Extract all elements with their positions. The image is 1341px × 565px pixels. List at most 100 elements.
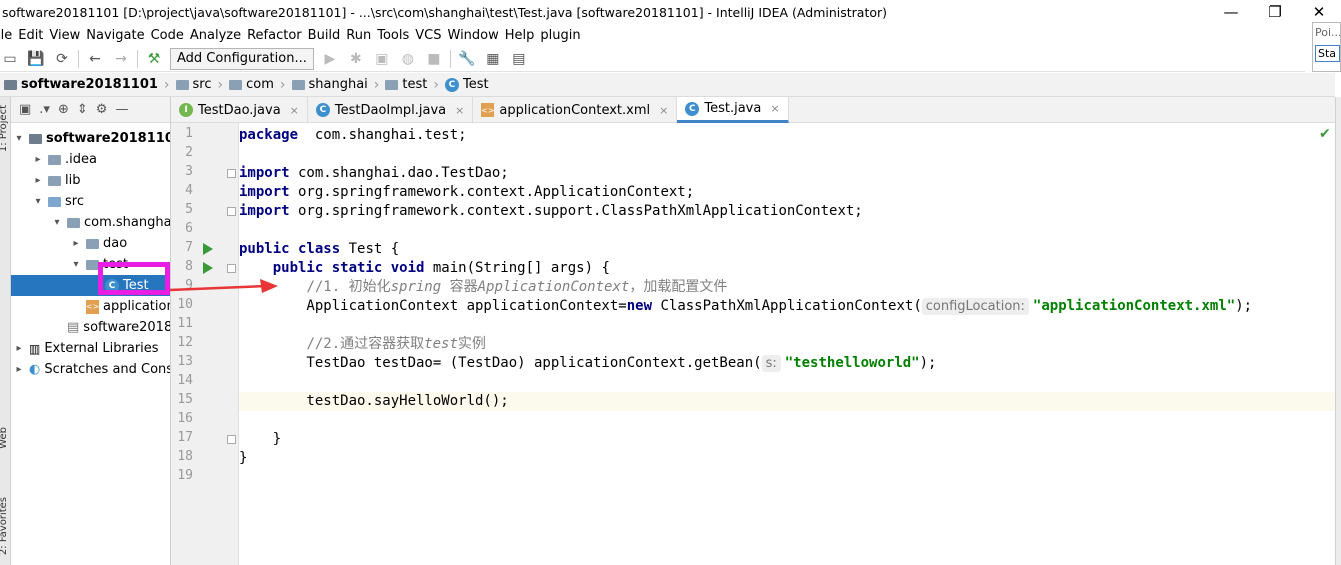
collapsed-arrow-icon[interactable]: ▸ bbox=[32, 154, 44, 165]
save-all-icon[interactable]: 💾 bbox=[26, 49, 46, 69]
code-line[interactable] bbox=[239, 145, 1335, 164]
menu-item-analyze[interactable]: Analyze bbox=[190, 28, 247, 43]
collapse-icon[interactable]: ⇕ bbox=[77, 102, 88, 117]
tree-item[interactable]: ▸ .idea bbox=[11, 149, 170, 170]
build-hammer-icon[interactable]: ⚒ bbox=[144, 49, 164, 69]
code-line[interactable] bbox=[239, 468, 1335, 487]
tree-item[interactable]: ▤software20181101 bbox=[11, 317, 170, 338]
code-line[interactable]: } bbox=[239, 430, 1335, 449]
menu-item-file[interactable]: ile bbox=[0, 28, 18, 43]
tab-testdao-java[interactable]: I TestDao.java × bbox=[171, 97, 308, 123]
code-line[interactable] bbox=[239, 373, 1335, 392]
back-icon[interactable]: ← bbox=[85, 49, 105, 69]
forward-icon[interactable]: → bbox=[111, 49, 131, 69]
menu-item-tools[interactable]: Tools bbox=[377, 28, 415, 43]
web-tool-tab[interactable]: Web bbox=[0, 427, 9, 449]
sync-icon[interactable]: ⟳ bbox=[52, 49, 72, 69]
breadcrumb-item[interactable]: software20181101 bbox=[0, 77, 162, 92]
expanded-arrow-icon[interactable]: ▾ bbox=[51, 217, 63, 228]
code-line[interactable] bbox=[239, 221, 1335, 240]
tree-item[interactable]: ▾software20181101[ bbox=[11, 128, 170, 149]
code-line[interactable]: public static void main(String[] args) { bbox=[239, 259, 1335, 278]
menu-item-run[interactable]: Run bbox=[346, 28, 377, 43]
close-tab-icon[interactable]: × bbox=[290, 104, 299, 117]
fold-marker-icon[interactable] bbox=[227, 169, 236, 178]
tree-item[interactable]: ▾ com.shanghai bbox=[11, 212, 170, 233]
project-view-icon[interactable]: ▣ bbox=[19, 102, 31, 117]
minimize-button[interactable]: — bbox=[1209, 0, 1253, 24]
menu-item-view[interactable]: View bbox=[49, 28, 86, 43]
debug-icon[interactable]: ✱ bbox=[346, 49, 366, 69]
code-line[interactable]: ApplicationContext applicationContext=ne… bbox=[239, 297, 1335, 316]
collapsed-arrow-icon[interactable]: ▸ bbox=[13, 343, 25, 354]
project-structure-icon[interactable]: ▦ bbox=[483, 49, 503, 69]
collapsed-arrow-icon[interactable]: ▸ bbox=[13, 364, 25, 375]
breadcrumb-item[interactable]: test bbox=[381, 77, 431, 92]
favorites-tool-tab[interactable]: 2: Favorites bbox=[0, 497, 9, 555]
tree-item[interactable]: <> applicationCo bbox=[11, 296, 170, 317]
code-line[interactable]: public class Test { bbox=[239, 240, 1335, 259]
gear-icon[interactable]: ⚙ bbox=[96, 102, 108, 117]
close-button[interactable]: ✕ bbox=[1297, 0, 1341, 24]
settings-wrench-icon[interactable]: 🔧 bbox=[457, 49, 477, 69]
collapsed-arrow-icon[interactable]: ▸ bbox=[32, 175, 44, 186]
hide-icon[interactable]: — bbox=[115, 102, 128, 117]
tab-testdaoimpl-java[interactable]: C TestDaoImpl.java × bbox=[308, 97, 474, 123]
tree-item[interactable]: ▾ src bbox=[11, 191, 170, 212]
code-line[interactable]: package com.shanghai.test; bbox=[239, 126, 1335, 145]
tab-applicationcontext-xml[interactable]: <> applicationContext.xml × bbox=[473, 97, 678, 123]
menu-item-vcs[interactable]: VCS bbox=[415, 28, 447, 43]
maximize-button[interactable]: ❐ bbox=[1253, 0, 1297, 24]
add-configuration-button[interactable]: Add Configuration... bbox=[170, 47, 314, 70]
collapsed-arrow-icon[interactable]: ▸ bbox=[70, 238, 82, 249]
menu-item-help[interactable]: Help bbox=[505, 28, 541, 43]
tree-item[interactable]: ▸ lib bbox=[11, 170, 170, 191]
fold-marker-icon[interactable] bbox=[227, 264, 236, 273]
menu-item-window[interactable]: Window bbox=[448, 28, 505, 43]
menu-item-navigate[interactable]: Navigate bbox=[86, 28, 150, 43]
code-line[interactable]: //1. 初始化spring 容器ApplicationContext，加载配置… bbox=[239, 278, 1335, 297]
menu-item-build[interactable]: Build bbox=[308, 28, 347, 43]
code-line[interactable]: TestDao testDao= (TestDao) applicationCo… bbox=[239, 354, 1335, 373]
code-line[interactable]: //2.通过容器获取test实例 bbox=[239, 335, 1335, 354]
fold-marker-icon[interactable] bbox=[227, 207, 236, 216]
tree-item[interactable]: ▸ ◐Scratches and Consoles bbox=[11, 359, 170, 380]
breadcrumb-item[interactable]: shanghai bbox=[288, 77, 372, 92]
tab-test-java[interactable]: C Test.java × bbox=[677, 97, 789, 123]
project-tool-tab[interactable]: 1: Project bbox=[0, 105, 9, 152]
code-line[interactable]: testDao.sayHelloWorld(); bbox=[239, 392, 1335, 411]
profile-icon[interactable]: ◍ bbox=[398, 49, 418, 69]
code-line[interactable]: import org.springframework.context.Appli… bbox=[239, 183, 1335, 202]
code-line[interactable]: } bbox=[239, 449, 1335, 468]
project-dropdown-icon[interactable]: .▾ bbox=[39, 102, 50, 117]
coverage-icon[interactable]: ▣ bbox=[372, 49, 392, 69]
close-tab-icon[interactable]: × bbox=[455, 104, 464, 117]
menu-item-refactor[interactable]: Refactor bbox=[247, 28, 308, 43]
breadcrumb-item[interactable]: C Test bbox=[441, 77, 493, 92]
code-editor[interactable]: 1 2 3 4 5 6 7 8 9 10 11 12 13 14 15 16 17 18 19 package co… bbox=[171, 123, 1335, 565]
run-gutter-icon[interactable] bbox=[203, 243, 213, 255]
menu-item-plugin[interactable]: plugin bbox=[540, 28, 586, 43]
menu-item-code[interactable]: Code bbox=[151, 28, 190, 43]
fold-marker-icon[interactable] bbox=[227, 435, 236, 444]
close-tab-icon[interactable]: × bbox=[659, 104, 668, 117]
code-line[interactable] bbox=[239, 316, 1335, 335]
stop-icon[interactable]: ■ bbox=[424, 49, 444, 69]
tree-item[interactable]: ▸ ▥ External Libraries bbox=[11, 338, 170, 359]
expanded-arrow-icon[interactable]: ▾ bbox=[32, 196, 44, 207]
code-line[interactable]: import org.springframework.context.suppo… bbox=[239, 202, 1335, 221]
run-icon[interactable]: ▶ bbox=[320, 49, 340, 69]
code-line[interactable]: import com.shanghai.dao.TestDao; bbox=[239, 164, 1335, 183]
breadcrumb-item[interactable]: src bbox=[172, 77, 216, 92]
expanded-arrow-icon[interactable]: ▾ bbox=[70, 259, 82, 270]
expanded-arrow-icon[interactable]: ▾ bbox=[13, 133, 25, 144]
sdk-icon[interactable]: ▤ bbox=[509, 49, 529, 69]
popup-button[interactable]: Sta bbox=[1315, 45, 1340, 62]
breadcrumb-item[interactable]: com bbox=[225, 77, 278, 92]
close-tab-icon[interactable]: × bbox=[770, 102, 779, 115]
open-folder-icon[interactable]: ▭ bbox=[0, 49, 20, 69]
locate-icon[interactable]: ⊕ bbox=[58, 102, 69, 117]
tree-item[interactable]: ▸ dao bbox=[11, 233, 170, 254]
menu-item-edit[interactable]: Edit bbox=[18, 28, 49, 43]
code-line[interactable] bbox=[239, 411, 1335, 430]
